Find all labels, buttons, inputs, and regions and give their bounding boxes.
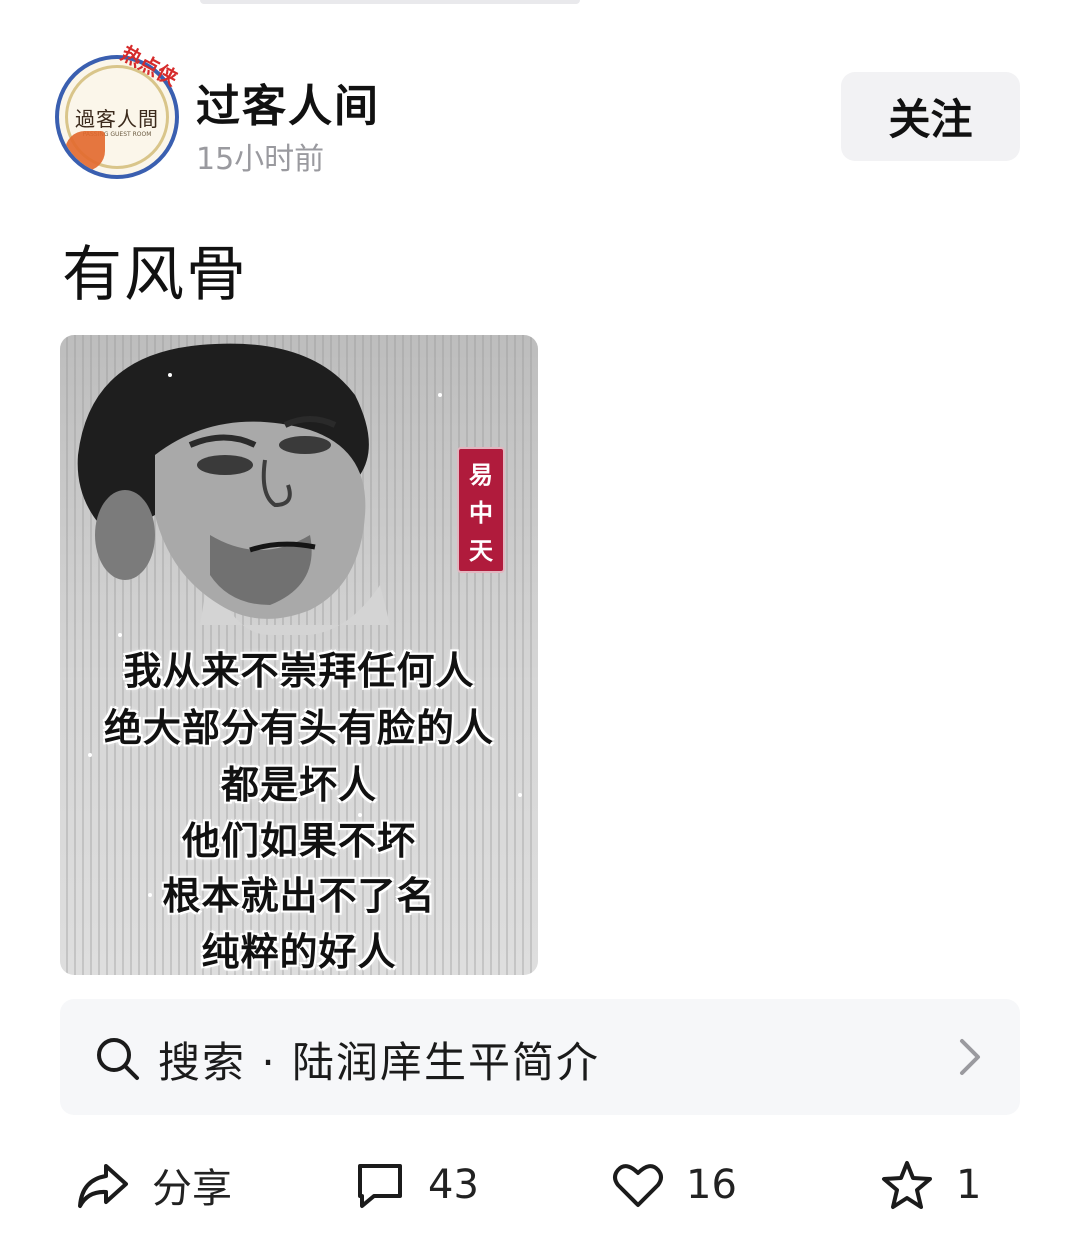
follow-button[interactable]: 关注: [841, 72, 1020, 161]
favorite-button[interactable]: 1: [880, 1150, 981, 1220]
name-tag-char: 中: [469, 497, 493, 527]
heart-icon: [613, 1164, 663, 1207]
quote-line: 纯粹的好人: [201, 930, 397, 974]
comment-button[interactable]: 43: [354, 1150, 479, 1220]
post-text: 有风骨: [62, 240, 248, 310]
quote-line: 都是坏人: [220, 763, 377, 807]
share-label: 分享: [152, 1166, 232, 1212]
quote-line: 绝大部分有头有脸的人: [103, 706, 494, 750]
share-button[interactable]: 分享: [76, 1150, 232, 1220]
quote-line: 根本就出不了名: [162, 874, 436, 918]
search-icon: [97, 1038, 139, 1080]
search-suggestion-text: 搜索 · 陆润庠生平简介: [158, 1038, 601, 1087]
like-count: 16: [686, 1162, 737, 1208]
avatar-logo-text: 過客人間: [75, 107, 159, 131]
author-name[interactable]: 过客人间: [196, 70, 380, 134]
star-icon: [882, 1161, 932, 1209]
quote-line: 他们如果不坏: [181, 819, 416, 863]
comment-count: 43: [428, 1162, 479, 1208]
post-time: 15小时前: [196, 142, 325, 177]
comment-icon: [358, 1164, 402, 1208]
quote-line: 我从来不崇拜任何人: [123, 649, 475, 693]
like-button[interactable]: 16: [612, 1150, 737, 1220]
name-tag-char: 易: [469, 459, 493, 489]
share-icon: [78, 1164, 128, 1208]
koi-fish-icon: [65, 131, 105, 171]
name-tag-char: 天: [469, 535, 493, 565]
favorite-count: 1: [956, 1162, 982, 1208]
name-tag: 易 中 天: [457, 447, 505, 573]
top-handle-bar: [200, 0, 580, 4]
chevron-right-icon: [960, 1039, 980, 1075]
search-suggestion[interactable]: 搜索 · 陆润庠生平简介: [60, 999, 1020, 1115]
